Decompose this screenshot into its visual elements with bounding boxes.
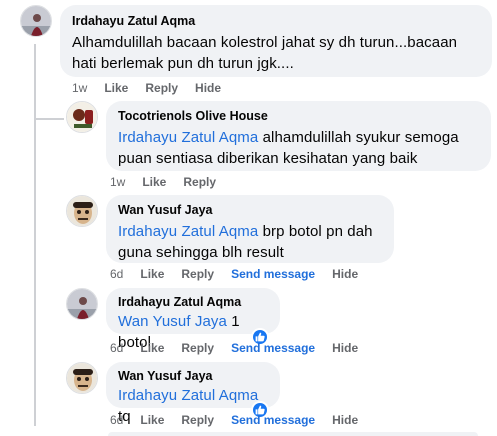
reply-button[interactable]: Reply — [181, 412, 214, 428]
comment-actions: 1w Like Reply — [110, 174, 233, 190]
reply-button[interactable]: Reply — [181, 266, 214, 282]
comment-text: Alhamdulillah bacaan kolestrol jahat sy … — [72, 34, 458, 72]
mention-link[interactable]: Irdahayu Zatul Aqma — [118, 223, 258, 240]
avatar[interactable] — [20, 5, 52, 37]
next-comment-bubble — [108, 432, 478, 436]
like-button[interactable]: Like — [104, 80, 128, 96]
profile-photo-icon — [67, 196, 97, 226]
page-logo-icon — [67, 102, 97, 132]
comment-actions: 6d Like Reply Send message Hide — [110, 266, 375, 282]
comment-text: Irdahayu Zatul Aqma brp botol pn dah gun… — [118, 221, 388, 263]
thread-connector — [34, 118, 64, 120]
mention-link[interactable]: Irdahayu Zatul Aqma — [118, 129, 258, 146]
comment-author[interactable]: Irdahayu Zatul Aqma — [118, 294, 268, 311]
reply-comment: Tocotrienols Olive House Irdahayu Zatul … — [66, 101, 491, 171]
comment-bubble: Tocotrienols Olive House Irdahayu Zatul … — [106, 101, 491, 171]
hide-button[interactable]: Hide — [332, 340, 358, 356]
reply-button[interactable]: Reply — [183, 174, 216, 190]
comment-actions: 6d Like Reply Send message Hide — [110, 340, 375, 356]
comment-author[interactable]: Wan Yusuf Jaya — [118, 202, 382, 219]
comment-timestamp[interactable]: 6d — [110, 412, 123, 428]
like-button[interactable]: Like — [140, 340, 164, 356]
send-message-button[interactable]: Send message — [231, 340, 315, 356]
hide-button[interactable]: Hide — [332, 266, 358, 282]
profile-photo-icon — [67, 289, 97, 319]
comment-timestamp[interactable]: 1w — [72, 80, 87, 96]
like-button[interactable]: Like — [140, 412, 164, 428]
comment-bubble: Wan Yusuf Jaya Irdahayu Zatul Aqma tq — [106, 362, 280, 425]
avatar[interactable] — [66, 362, 98, 394]
comment-timestamp[interactable]: 6d — [110, 340, 123, 356]
reply-button[interactable]: Reply — [181, 340, 214, 356]
comment-author[interactable]: Irdahayu Zatul Aqma — [72, 13, 480, 30]
comment-timestamp[interactable]: 1w — [110, 174, 125, 190]
thread-line — [34, 134, 36, 426]
mention-link[interactable]: Wan Yusuf Jaya — [118, 313, 227, 330]
like-button[interactable]: Like — [140, 266, 164, 282]
comment-bubble: Irdahayu Zatul Aqma Wan Yusuf Jaya 1 bot… — [106, 288, 280, 351]
comment-author[interactable]: Tocotrienols Olive House — [118, 108, 479, 125]
comment: Irdahayu Zatul Aqma Alhamdulillah bacaan… — [20, 5, 492, 77]
profile-photo-icon — [67, 363, 97, 393]
send-message-button[interactable]: Send message — [231, 412, 315, 428]
profile-photo-icon — [21, 6, 51, 36]
send-message-button[interactable]: Send message — [231, 266, 315, 282]
comment-bubble: Wan Yusuf Jaya Irdahayu Zatul Aqma brp b… — [106, 195, 394, 263]
avatar[interactable] — [66, 101, 98, 133]
reply-comment: Wan Yusuf Jaya Irdahayu Zatul Aqma tq — [66, 362, 280, 425]
comment-author[interactable]: Wan Yusuf Jaya — [118, 368, 268, 385]
mention-link[interactable]: Irdahayu Zatul Aqma — [118, 387, 258, 404]
comment-actions: 6d Like Reply Send message Hide — [110, 412, 375, 428]
comment-actions: 1w Like Reply Hide — [72, 80, 238, 96]
avatar[interactable] — [66, 195, 98, 227]
reply-comment: Wan Yusuf Jaya Irdahayu Zatul Aqma brp b… — [66, 195, 394, 263]
hide-button[interactable]: Hide — [332, 412, 358, 428]
like-button[interactable]: Like — [142, 174, 166, 190]
comment-bubble: Irdahayu Zatul Aqma Alhamdulillah bacaan… — [60, 5, 492, 77]
reply-button[interactable]: Reply — [145, 80, 178, 96]
avatar[interactable] — [66, 288, 98, 320]
reply-comment: Irdahayu Zatul Aqma Wan Yusuf Jaya 1 bot… — [66, 288, 280, 351]
comment-text: Irdahayu Zatul Aqma alhamdulillah syukur… — [118, 127, 478, 169]
hide-button[interactable]: Hide — [195, 80, 221, 96]
comment-timestamp[interactable]: 6d — [110, 266, 123, 282]
